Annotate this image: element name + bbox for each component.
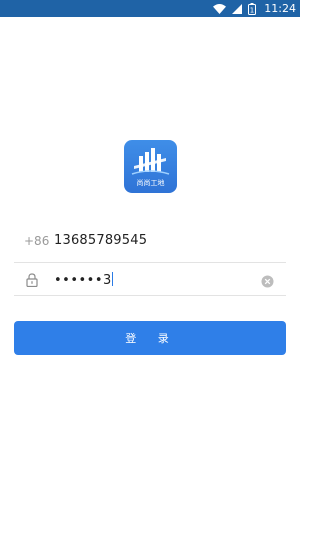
status-bar: 1 11:24 <box>0 0 300 17</box>
text-cursor <box>111 272 113 286</box>
signal-icon <box>232 3 243 14</box>
password-input[interactable]: ••••••3 <box>54 272 113 288</box>
battery-icon: 1 <box>248 2 257 15</box>
country-code-prefix[interactable]: +86 <box>24 234 49 248</box>
wifi-icon <box>213 3 227 14</box>
battery-level: 1 <box>250 6 254 14</box>
phone-input[interactable]: 13685789545 <box>54 233 147 248</box>
password-value: ••••••3 <box>54 273 112 288</box>
phone-field-row: +86 13685789545 <box>14 222 286 263</box>
clock: 11:24 <box>264 2 296 15</box>
clear-icon[interactable] <box>261 273 274 292</box>
app-logo: 尚尚工地 <box>124 140 177 193</box>
login-button[interactable]: 登 录 <box>14 321 286 355</box>
password-field-row: ••••••3 <box>14 262 286 296</box>
logo-text: 尚尚工地 <box>136 179 165 187</box>
status-icons: 1 11:24 <box>213 0 296 17</box>
lock-icon <box>26 272 38 291</box>
